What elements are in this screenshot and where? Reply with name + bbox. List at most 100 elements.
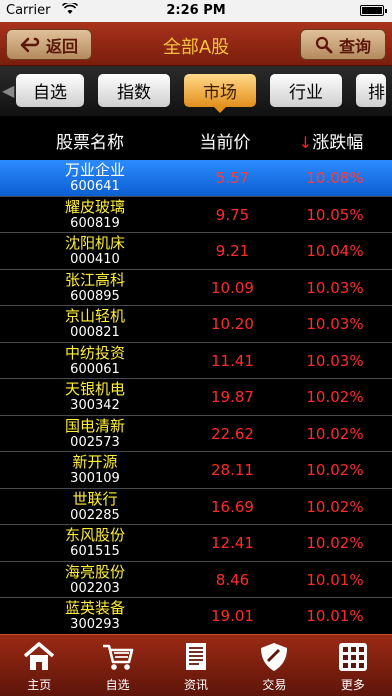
table-row[interactable]: 张江高科 600895 10.09 10.03%: [0, 270, 392, 306]
toolbar-watchlist-label: 自选: [105, 678, 130, 692]
column-name[interactable]: 股票名称: [0, 128, 180, 153]
tab-watchlist[interactable]: 自选: [16, 74, 84, 107]
stock-name: 东风股份: [64, 526, 125, 544]
stock-change: 10.01%: [306, 570, 364, 589]
stock-change: 10.05%: [306, 205, 364, 224]
stock-change: 10.03%: [306, 278, 364, 297]
stock-price: 12.41: [211, 534, 254, 552]
stock-price: 5.57: [215, 169, 250, 187]
clock: 2:26 PM: [166, 3, 226, 18]
grid-icon: [338, 643, 367, 671]
table-row[interactable]: 世联行 002285 16.69 10.02%: [0, 489, 392, 525]
toolbar-trade[interactable]: 交易: [235, 635, 313, 696]
status-bar: Carrier 2:26 PM: [0, 0, 392, 22]
stock-price: 8.46: [215, 570, 250, 589]
stock-price: 16.69: [211, 497, 254, 516]
stock-price: 9.75: [215, 205, 250, 224]
stock-code: 600061: [70, 361, 120, 377]
stock-name: 耀皮玻璃: [64, 197, 125, 216]
column-header: 股票名称 当前价 ↓涨跌幅: [0, 116, 392, 160]
stock-code: 000821: [70, 325, 120, 340]
bottom-toolbar: 主页 自选 资讯 交易 更多: [0, 634, 392, 696]
stock-price: 19.87: [211, 388, 254, 406]
newspaper-icon: [186, 643, 207, 670]
toolbar-more-label: 更多: [340, 678, 365, 692]
stock-code: 002573: [70, 434, 120, 450]
scroll-left-icon[interactable]: ◀: [2, 78, 14, 104]
table-row[interactable]: 东风股份 601515 12.41 10.02%: [0, 525, 392, 562]
sort-down-icon: ↓: [298, 133, 313, 152]
table-row[interactable]: 国电清新 002573 22.62 10.02%: [0, 416, 392, 452]
stock-change: 10.04%: [306, 242, 364, 260]
stock-name: 张江高科: [64, 270, 125, 289]
toolbar-home-label: 主页: [27, 678, 52, 692]
stock-list: 万业企业 600641 5.57 10.08% 耀皮玻璃 600819 9.75…: [0, 160, 392, 634]
stock-name: 京山轻机: [64, 307, 125, 325]
stock-name: 万业企业: [64, 161, 125, 179]
stock-change: 10.08%: [306, 169, 364, 187]
home-icon: [24, 642, 55, 670]
stock-price: 9.21: [215, 242, 250, 260]
toolbar-trade-label: 交易: [262, 678, 287, 692]
cart-icon: [102, 644, 133, 670]
stock-code: 601515: [70, 544, 120, 559]
table-row[interactable]: 中纺投资 600061 11.41 10.03%: [0, 343, 392, 379]
stock-change: 10.01%: [306, 607, 364, 625]
table-row[interactable]: 蓝英装备 300293 19.01 10.01%: [0, 598, 392, 634]
table-row[interactable]: 沈阳机床 000410 9.21 10.04%: [0, 233, 392, 270]
table-row[interactable]: 京山轻机 000821 10.20 10.03%: [0, 306, 392, 343]
search-button[interactable]: 查询: [300, 29, 386, 60]
stock-name: 沈阳机床: [64, 234, 125, 252]
table-row[interactable]: 天银机电 300342 19.87 10.02%: [0, 379, 392, 416]
tab-market[interactable]: 市场: [184, 74, 256, 113]
stock-price: 10.09: [211, 278, 254, 297]
tab-industry[interactable]: 行业: [270, 74, 342, 107]
stock-change: 10.02%: [306, 424, 364, 443]
stock-name: 新开源: [72, 453, 118, 471]
stock-name: 世联行: [72, 489, 118, 508]
stock-code: 300342: [70, 398, 120, 413]
stock-name: 国电清新: [64, 416, 125, 435]
toolbar-news-label: 资讯: [184, 678, 209, 692]
stock-code: 600895: [70, 288, 120, 304]
stock-name: 中纺投资: [64, 343, 125, 362]
toolbar-news[interactable]: 资讯: [157, 635, 235, 696]
toolbar-home[interactable]: 主页: [0, 635, 78, 696]
stock-change: 10.02%: [306, 534, 364, 552]
stock-code: 002203: [70, 580, 120, 596]
stock-change: 10.02%: [306, 461, 364, 479]
category-tabs: ◀ 自选 指数 市场 行业 排: [0, 66, 392, 116]
stock-change: 10.02%: [306, 388, 364, 406]
toolbar-watchlist[interactable]: 自选: [78, 635, 156, 696]
nav-bar: 返回 全部A股 查询: [0, 22, 392, 66]
stock-code: 600641: [70, 179, 120, 194]
stock-price: 22.62: [211, 424, 254, 443]
table-row[interactable]: 海亮股份 002203 8.46 10.01%: [0, 562, 392, 598]
column-price[interactable]: 当前价: [180, 128, 270, 153]
stock-price: 10.20: [211, 315, 254, 333]
search-label: 查询: [338, 36, 371, 56]
stock-code: 002285: [70, 507, 120, 523]
stock-code: 000410: [70, 252, 120, 267]
stock-name: 蓝英装备: [64, 599, 125, 617]
toolbar-more[interactable]: 更多: [314, 635, 392, 696]
stock-code: 300109: [70, 471, 120, 486]
stock-change: 10.03%: [306, 351, 364, 370]
stock-price: 28.11: [211, 461, 254, 479]
table-row[interactable]: 万业企业 600641 5.57 10.08%: [0, 160, 392, 197]
column-change-label: 涨跌幅: [312, 133, 364, 153]
stock-price: 19.01: [211, 607, 254, 625]
stock-change: 10.02%: [306, 497, 364, 516]
stock-code: 600819: [70, 215, 120, 231]
tab-index[interactable]: 指数: [98, 74, 170, 107]
column-change[interactable]: ↓涨跌幅: [270, 128, 392, 153]
stock-code: 300293: [70, 617, 120, 632]
table-row[interactable]: 新开源 300109 28.11 10.02%: [0, 452, 392, 489]
stock-name: 海亮股份: [64, 562, 125, 581]
table-row[interactable]: 耀皮玻璃 600819 9.75 10.05%: [0, 197, 392, 233]
stock-change: 10.03%: [306, 315, 364, 333]
search-icon: [315, 36, 333, 53]
stock-name: 天银机电: [64, 380, 125, 398]
stock-price: 11.41: [211, 351, 254, 370]
tab-ranking[interactable]: 排: [356, 74, 386, 107]
